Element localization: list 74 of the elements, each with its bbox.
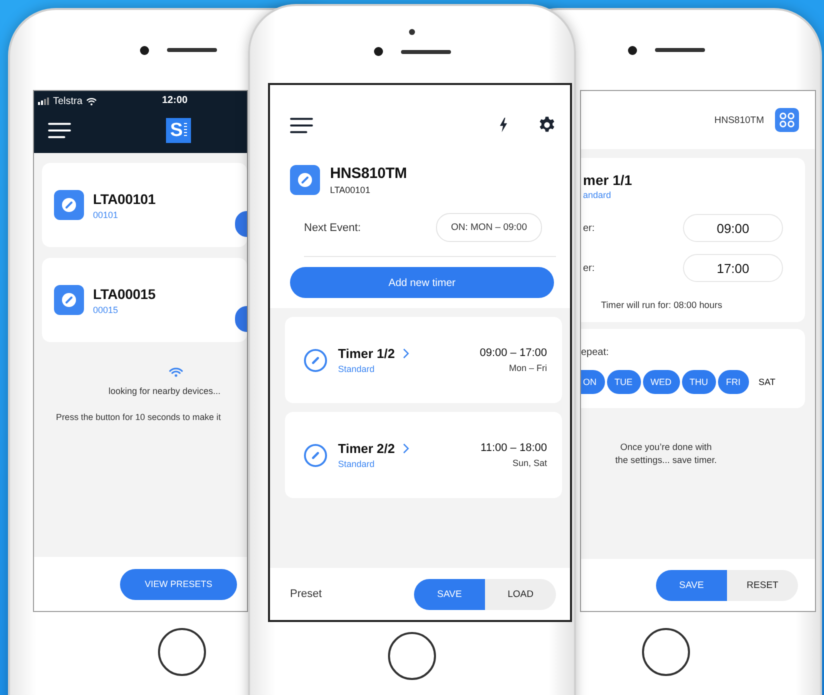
time-field[interactable]: 09:00 [683,214,783,242]
field-label: er: [583,222,595,234]
device-name: HNS810TM [330,165,407,182]
timer-time: 11:00 – 18:00 [480,442,547,454]
device-code: LTA00101 [330,185,372,195]
timer-type: Standard [338,459,376,469]
timer-title: mer 1/1 [583,172,634,188]
field-label: er: [583,262,595,274]
settings-icon[interactable] [538,116,556,134]
hint-text: Press the button for 10 seconds to make it [55,412,221,422]
segment-button[interactable]: SAVE [656,570,727,600]
timer-card[interactable]: Timer 1/2 Standard 09:00 – 17:00 Mon – Fri [285,317,562,403]
round-button[interactable] [235,211,247,237]
timer-days: Sun, Sat [512,458,547,468]
duration-text: Timer will run for: 08:00 hours [601,300,724,310]
timer-type: Standard [338,364,376,374]
segment-button[interactable]: SAVE [414,578,485,610]
menu-icon[interactable] [290,116,313,134]
carrier-name: Telstra [53,96,82,106]
home-button[interactable] [158,628,206,676]
segment-button[interactable]: LOAD [485,578,556,610]
app-logo: S [166,118,191,142]
timer-card[interactable]: Timer 2/2 Standard 11:00 – 18:00 Sun, Sat [285,412,562,498]
wifi-icon [168,367,182,377]
repeat-label: epeat: [581,347,610,358]
device-code: 00015 [93,304,120,314]
round-button[interactable] [235,306,247,332]
camera-dot [140,46,148,54]
speaker-grille [400,50,450,54]
time-field[interactable]: 17:00 [683,254,783,282]
day-toggle[interactable]: FRI [718,370,748,394]
grid-icon[interactable] [775,108,799,132]
preset-label: Preset [290,588,322,600]
day-toggle[interactable]: SAT [750,370,784,394]
signal-icon [38,97,50,105]
timer-days: Mon – Fri [508,363,547,373]
device-name: LTA00015 [93,286,156,302]
device-code: 00101 [93,210,120,220]
day-toggle[interactable]: ON [581,370,604,394]
camera-dot [628,46,636,54]
home-button[interactable] [642,628,690,676]
note-text: Once you’re done with the settings... save timer. [614,441,718,467]
timer-title: Timer 2/2 [338,441,395,456]
segment-button[interactable]: RESET [727,570,798,600]
camera-dot [374,47,382,56]
timer-time: 09:00 – 17:00 [480,347,547,359]
day-toggle[interactable]: WED [642,370,680,394]
chevron-icon [402,443,409,454]
day-toggle[interactable]: THU [682,370,716,394]
device-card[interactable]: LTA00015 00015 [42,258,247,342]
day-toggle[interactable]: TUE [606,370,640,394]
device-name: HNS810TM [714,114,764,126]
timer-type: andard [583,190,612,200]
gauge-icon [54,285,84,315]
speaker-grille [166,48,216,52]
add-timer-button[interactable]: Add new timer [290,267,554,298]
sensor-dot [409,29,415,35]
device-name: LTA00101 [93,190,156,206]
lightning-icon[interactable] [499,117,508,133]
device-card[interactable]: LTA00101 00101 [42,163,247,247]
gauge-icon [54,190,84,220]
home-button[interactable] [388,632,436,680]
gauge-icon [303,442,328,468]
view-presets-button[interactable]: VIEW PRESETS [120,568,237,600]
clock-time: 12:00 [162,95,188,106]
next-event-value: ON: MON – 09:00 [436,213,542,242]
gauge-icon [303,348,328,372]
next-event-label: Next Event: [304,222,361,234]
wifi-icon [86,96,98,106]
scan-message: looking for nearby devices... [108,386,221,396]
timer-title: Timer 1/2 [338,346,395,361]
speaker-grille [654,48,704,52]
chevron-icon [402,348,409,359]
gauge-icon [290,165,320,195]
